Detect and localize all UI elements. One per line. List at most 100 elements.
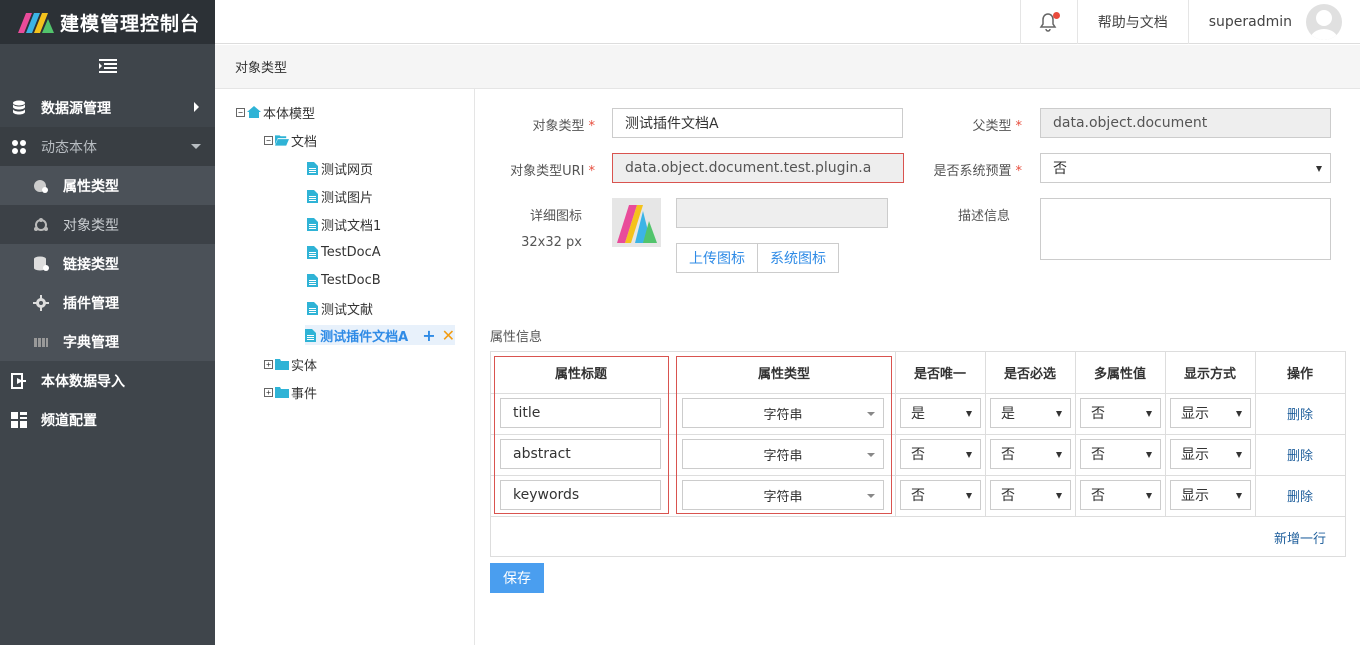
caret-down-icon <box>966 493 972 499</box>
display-mode-select[interactable]: 显示 <box>1170 439 1251 469</box>
title-column-highlight <box>494 356 669 514</box>
user-avatar-icon <box>1310 10 1338 40</box>
caret-down-icon <box>1236 493 1242 499</box>
uri-field-label: 对象类型URI * <box>495 160 595 179</box>
tree-node-doc[interactable]: TestDocB <box>305 270 381 290</box>
delete-node-icon[interactable]: ✕ <box>442 326 455 345</box>
expand-icon[interactable]: + <box>264 387 273 397</box>
tree-node-label: 测试文档1 <box>321 218 382 234</box>
chevron-right-icon <box>194 102 199 112</box>
add-node-icon[interactable]: + <box>422 326 435 345</box>
input-value: data.object.document <box>1053 115 1208 131</box>
add-row-link[interactable]: 新增一行 <box>1255 517 1345 557</box>
icon-button-group: 上传图标 系统图标 <box>676 243 839 273</box>
tree-node-doc[interactable]: 测试文档1 <box>305 214 381 234</box>
required-select[interactable]: 否 <box>990 480 1071 510</box>
sidebar-item-plugin[interactable]: 插件管理 <box>0 283 215 322</box>
topbar: 帮助与文档 superadmin <box>215 0 1360 44</box>
tree-node-event-folder[interactable]: + 事件 <box>264 382 317 402</box>
select-value: 否 <box>1001 447 1015 463</box>
file-icon <box>305 217 319 231</box>
label-text: 描述信息 <box>957 209 1010 224</box>
tree-node-label: TestDocA <box>321 244 381 260</box>
collapse-icon[interactable]: − <box>236 107 245 117</box>
multi-value-select[interactable]: 否 <box>1080 398 1161 428</box>
object-type-icon <box>32 216 50 234</box>
unique-select[interactable]: 是 <box>900 398 981 428</box>
tree-node-doc[interactable]: 测试文献 <box>305 298 373 318</box>
delete-row-link[interactable]: 删除 <box>1255 475 1345 516</box>
collapse-icon[interactable]: − <box>264 135 273 145</box>
system-icon-button[interactable]: 系统图标 <box>758 243 839 273</box>
multi-value-select[interactable]: 否 <box>1080 439 1161 469</box>
button-label: 系统图标 <box>770 251 826 267</box>
system-preset-select[interactable]: 否 <box>1040 153 1331 183</box>
attributes-table: 属性标题 属性类型 是否唯一 是否必选 多属性值 显示方式 操作 title 字… <box>490 351 1346 557</box>
page-header: 对象类型 <box>215 45 1360 89</box>
unique-select[interactable]: 否 <box>900 439 981 469</box>
tree-node-docs-folder[interactable]: − 文档 <box>264 130 317 150</box>
description-label: 描述信息 <box>945 205 1010 224</box>
page-title: 对象类型 <box>235 61 288 76</box>
delete-row-link[interactable]: 删除 <box>1255 434 1345 475</box>
tree-node-doc[interactable]: 测试图片 <box>305 186 373 206</box>
tree-node-doc[interactable]: 测试网页 <box>305 158 373 178</box>
display-mode-select[interactable]: 显示 <box>1170 480 1251 510</box>
unique-select[interactable]: 否 <box>900 480 981 510</box>
label-text: 对象类型URI <box>510 164 585 179</box>
tree-node-doc[interactable]: TestDocA <box>305 242 381 262</box>
ontology-submenu: 属性类型 对象类型 链接类型 插件管理 字典管理 <box>0 166 215 361</box>
object-type-input[interactable]: 测试插件文档A <box>612 108 903 138</box>
system-preset-label: 是否系统预置 * <box>920 160 1022 179</box>
attributes-section-title: 属性信息 <box>490 330 543 345</box>
sidebar-item-link-type[interactable]: 链接类型 <box>0 244 215 283</box>
description-textarea[interactable] <box>1040 198 1331 260</box>
caret-down-icon <box>1316 166 1322 172</box>
caret-down-icon <box>1146 411 1152 417</box>
required-mark: * <box>588 119 596 134</box>
caret-down-icon <box>1236 452 1242 458</box>
display-mode-select[interactable]: 显示 <box>1170 398 1251 428</box>
sidebar-item-label: 本体数据导入 <box>41 373 125 390</box>
label-text: 32x32 px <box>521 235 582 250</box>
type-field-label: 对象类型 * <box>520 115 595 134</box>
file-icon <box>305 245 319 259</box>
parent-type-field: data.object.document <box>1040 108 1331 138</box>
delete-row-link[interactable]: 删除 <box>1255 393 1345 434</box>
caret-down-icon <box>1146 493 1152 499</box>
multi-value-select[interactable]: 否 <box>1080 480 1161 510</box>
required-select[interactable]: 是 <box>990 398 1071 428</box>
tree-node-root[interactable]: − 本体模型 <box>236 102 315 122</box>
upload-icon-button[interactable]: 上传图标 <box>676 243 758 273</box>
sidebar-toggle[interactable] <box>0 44 215 88</box>
tree-node-label: 测试插件文档A <box>318 325 411 345</box>
sidebar-item-ontology[interactable]: 动态本体 <box>0 127 215 166</box>
tree-node-selected[interactable]: 测试插件文档A + ✕ <box>305 325 455 345</box>
sidebar-item-attribute-type[interactable]: 属性类型 <box>0 166 215 205</box>
database-icon <box>10 99 28 117</box>
label-text: 父类型 <box>972 119 1012 134</box>
link-label: 删除 <box>1286 449 1313 464</box>
help-docs-link[interactable]: 帮助与文档 <box>1076 0 1188 44</box>
menu-toggle-icon <box>98 59 117 73</box>
sidebar-item-data-import[interactable]: 本体数据导入 <box>0 361 215 400</box>
sidebar-item-dictionary[interactable]: 字典管理 <box>0 322 215 361</box>
sidebar-item-datasource[interactable]: 数据源管理 <box>0 88 215 127</box>
required-mark: * <box>588 164 596 179</box>
required-select[interactable]: 否 <box>990 439 1071 469</box>
expand-icon[interactable]: + <box>264 359 273 369</box>
sidebar-item-label: 属性类型 <box>63 178 119 195</box>
sidebar-item-object-type[interactable]: 对象类型 <box>0 205 215 244</box>
user-menu[interactable]: superadmin <box>1187 0 1360 44</box>
save-button[interactable]: 保存 <box>490 563 544 593</box>
sidebar-item-channel[interactable]: 频道配置 <box>0 400 215 439</box>
avatar[interactable] <box>1306 4 1342 40</box>
caret-down-icon <box>1146 452 1152 458</box>
select-value: 否 <box>1091 406 1105 422</box>
column-header: 显示方式 <box>1183 367 1236 382</box>
tree-node-label: 本体模型 <box>263 106 316 122</box>
folder-icon <box>275 357 289 371</box>
tree-node-entity-folder[interactable]: + 实体 <box>264 354 317 374</box>
caret-down-icon <box>1056 493 1062 499</box>
notifications-button[interactable] <box>1019 0 1077 44</box>
